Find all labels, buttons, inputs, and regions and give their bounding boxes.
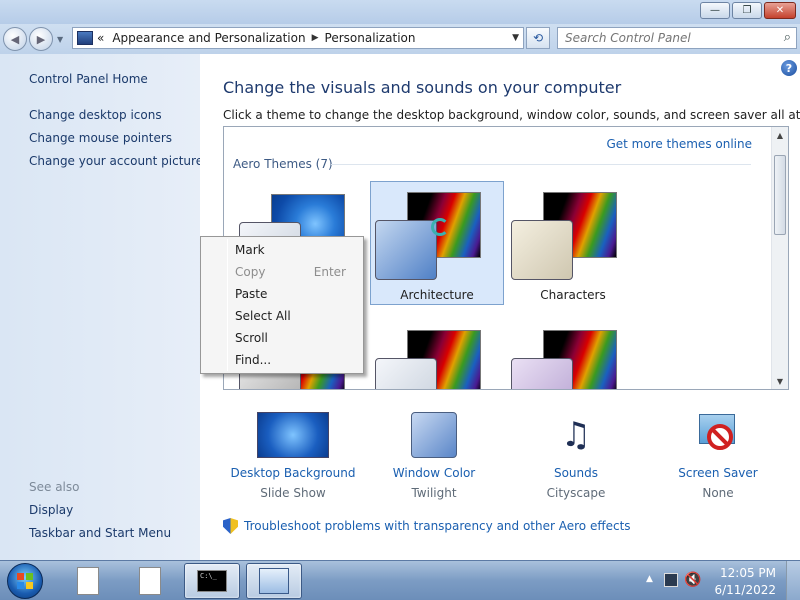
navigation-bar: ◀ ▶ ▼ « Appearance and Personalization ▶… [0,24,800,54]
breadcrumb-overflow[interactable]: « [97,31,104,45]
taskbar-control-panel[interactable] [246,563,302,599]
sounds-icon: ♫ [560,415,592,455]
theme-window-preview [375,220,437,280]
address-bar[interactable]: « Appearance and Personalization ▶ Perso… [72,27,524,49]
menu-item-find[interactable]: Find... [235,350,360,370]
title-bar: — ❐ ✕ [0,0,800,24]
taskbar-document-1[interactable] [60,563,116,599]
taskbar-start-menu-link[interactable]: Taskbar and Start Menu [29,526,171,540]
theme-name: Architecture [400,288,474,302]
scroll-up-icon[interactable]: ▲ [772,127,788,143]
menu-item-copy[interactable]: Copy Enter [235,262,360,282]
taskbar-document-2[interactable] [122,563,178,599]
troubleshoot-aero-link[interactable]: Troubleshoot problems with transparency … [223,518,631,534]
window-controls: — ❐ ✕ [700,2,796,19]
maximize-button[interactable]: ❐ [732,2,762,19]
screen-saver-value: None [702,486,734,500]
taskbar: C:\_ ▲ 🔇 12:05 PM 6/11/2022 [0,560,800,600]
back-button[interactable]: ◀ [3,27,27,51]
screen-saver-icon [693,410,743,460]
clock-date[interactable]: 6/11/2022 [714,583,776,597]
scroll-down-icon[interactable]: ▼ [772,373,788,389]
desktop-background-value: Slide Show [260,486,326,500]
troubleshoot-text[interactable]: Troubleshoot problems with transparency … [244,519,631,533]
back-arrow-icon: ◀ [10,32,20,46]
search-input[interactable] [565,31,765,45]
display-link[interactable]: Display [29,503,73,517]
desktop-background-icon [257,412,329,458]
context-menu: Mark Copy Enter Paste Select All Scroll F… [200,236,364,374]
theme-window-preview [511,358,573,389]
window-color-icon [411,412,457,458]
document-icon [139,567,161,595]
sounds-value: Cityscape [546,486,606,500]
theme-architecture[interactable]: Architecture [370,181,504,305]
theme-name: Characters [540,288,606,302]
search-box[interactable]: ⌕ [557,27,797,49]
group-divider [331,164,751,165]
breadcrumb-appearance[interactable]: Appearance and Personalization [112,31,305,45]
taskbar-command-prompt[interactable]: C:\_ [184,563,240,599]
minimize-button[interactable]: — [700,2,730,19]
see-also-label: See also [29,480,80,494]
screen-saver-link[interactable]: Screen Saver [648,466,788,480]
breadcrumb-separator-icon[interactable]: ▶ [312,33,319,43]
theme-list-scrollbar[interactable]: ▲ ▼ [771,127,788,389]
window-color-link[interactable]: Window Color [364,466,504,480]
change-mouse-pointers-link[interactable]: Change mouse pointers [29,131,172,145]
menu-item-select-all[interactable]: Select All [235,306,360,326]
menu-gutter [227,239,228,371]
refresh-icon: ⟲ [532,31,544,45]
refresh-button[interactable]: ⟲ [526,27,550,49]
control-panel-icon [259,568,289,594]
menu-item-scroll[interactable]: Scroll [235,328,360,348]
change-desktop-icons-link[interactable]: Change desktop icons [29,108,162,122]
sounds-setting[interactable]: ♫ Sounds Cityscape [506,410,646,510]
theme-window-preview [511,220,573,280]
windows-logo-icon [17,573,33,589]
screen-saver-setting[interactable]: Screen Saver None [648,410,788,510]
system-tray: ▲ 🔇 12:05 PM 6/11/2022 [638,561,800,600]
menu-item-paste[interactable]: Paste [235,284,360,304]
change-account-picture-link[interactable]: Change your account picture [29,154,203,168]
page-title: Change the visuals and sounds on your co… [223,78,622,97]
command-prompt-icon: C:\_ [197,570,227,592]
theme-row2-2[interactable] [370,319,504,389]
breadcrumb-personalization[interactable]: Personalization [325,31,416,45]
forward-button[interactable]: ▶ [29,27,53,51]
help-icon[interactable]: ? [781,60,797,76]
show-desktop-button[interactable] [786,561,800,600]
show-hidden-icons-icon[interactable]: ▲ [646,574,653,584]
page-description: Click a theme to change the desktop back… [223,108,800,122]
start-button[interactable] [7,563,43,599]
aero-themes-group-header: Aero Themes (7) [233,157,333,171]
theme-row2-3[interactable] [506,319,640,389]
scroll-thumb[interactable] [774,155,786,235]
theme-characters[interactable]: Characters [506,181,640,305]
document-icon [77,567,99,595]
get-more-themes-link[interactable]: Get more themes online [606,137,752,151]
address-dropdown-icon[interactable]: ▼ [512,33,519,43]
uac-shield-icon [223,518,238,534]
close-button[interactable]: ✕ [764,2,796,19]
menu-item-mark[interactable]: Mark [235,240,360,260]
left-pane: Control Panel Home Change desktop icons … [0,54,203,560]
search-icon[interactable]: ⌕ [784,30,791,45]
control-panel-icon [77,31,93,45]
desktop-background-link[interactable]: Desktop Background [223,466,363,480]
theme-window-preview [375,358,437,389]
window-color-setting[interactable]: Window Color Twilight [364,410,504,510]
forward-arrow-icon: ▶ [36,32,46,46]
sounds-link[interactable]: Sounds [506,466,646,480]
volume-muted-icon[interactable]: 🔇 [684,572,701,588]
window-color-value: Twilight [411,486,457,500]
busy-cursor-icon [431,218,449,236]
recent-pages-dropdown[interactable]: ▼ [57,35,63,44]
desktop-background-setting[interactable]: Desktop Background Slide Show [223,410,363,510]
copy-shortcut: Enter [313,265,346,279]
clock-time[interactable]: 12:05 PM [720,566,776,580]
network-icon[interactable] [664,573,678,587]
control-panel-home-link[interactable]: Control Panel Home [29,72,148,86]
